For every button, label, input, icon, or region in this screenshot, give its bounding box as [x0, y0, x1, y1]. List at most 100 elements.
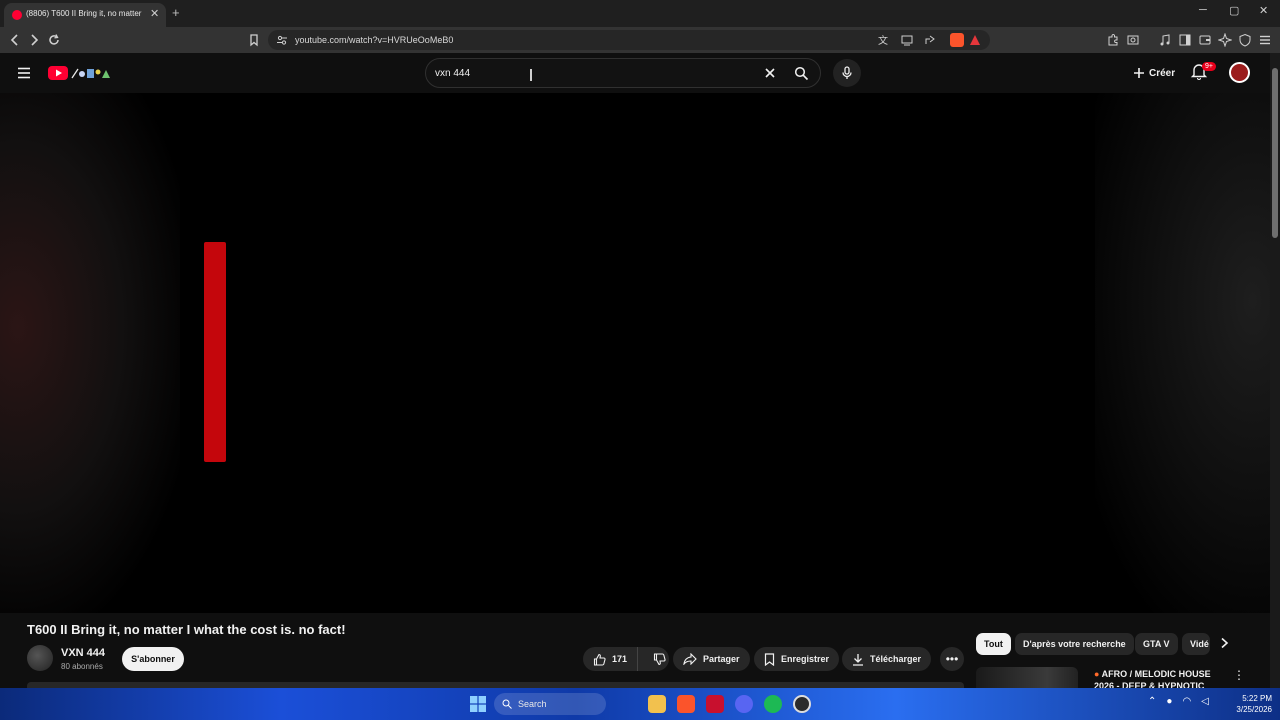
close-window-button[interactable]: ✕	[1259, 4, 1268, 17]
share-arrow-icon	[683, 653, 697, 665]
wallet-icon[interactable]	[1198, 33, 1212, 47]
browser-menu-icon[interactable]	[1258, 33, 1272, 47]
site-settings-icon[interactable]	[276, 34, 288, 46]
brave-rewards-icon[interactable]	[969, 34, 981, 46]
channel-avatar[interactable]	[27, 645, 53, 671]
steam-icon[interactable]	[793, 695, 811, 713]
ambient-glow-left	[0, 93, 180, 613]
channel-name[interactable]: VXN 444	[61, 647, 105, 659]
fire-icon: ●	[1094, 669, 1102, 679]
clock-date: 3/25/2026	[1236, 705, 1272, 714]
windows-taskbar: Search ⌃ ● ◠ ◁ 5:22 PM 3/25/2026	[0, 688, 1280, 720]
discord-icon[interactable]	[735, 695, 753, 713]
recommendation-title[interactable]: ● AFRO / MELODIC HOUSE 2026 - DEEP & HYP…	[1094, 668, 1222, 688]
tray-microphone-icon[interactable]: ●	[1166, 696, 1172, 707]
maximize-window-button[interactable]: ▢	[1229, 4, 1239, 17]
recommendation-title-text: AFRO / MELODIC HOUSE 2026 - DEEP & HYPNO…	[1094, 669, 1211, 688]
chip-based-on-search[interactable]: D'après votre recherche	[1015, 633, 1134, 655]
taskbar-clock[interactable]: 5:22 PM 3/25/2026	[1228, 693, 1272, 715]
adobe-app-icon[interactable]	[706, 695, 724, 713]
share-page-icon[interactable]	[924, 34, 936, 46]
page-scrollbar[interactable]	[1270, 53, 1280, 688]
vpn-icon[interactable]	[1238, 33, 1252, 47]
screenshot-icon[interactable]	[1126, 33, 1140, 47]
notification-count-badge: 9+	[1202, 62, 1216, 71]
recommendation-menu-icon[interactable]: ⋮	[1233, 668, 1245, 682]
search-input[interactable]: vxn 444	[435, 68, 470, 79]
chevron-right-icon[interactable]	[1219, 637, 1229, 649]
voice-search-button[interactable]	[833, 59, 861, 87]
minimize-window-button[interactable]: ─	[1199, 4, 1207, 16]
cast-icon[interactable]	[901, 34, 913, 46]
youtube-favicon-icon	[12, 10, 22, 20]
save-label: Enregistrer	[781, 654, 830, 664]
tab-title: (8806) T600 II Bring it, no matter	[26, 9, 142, 18]
system-tray: ⌃ ● ◠ ◁	[1148, 696, 1209, 707]
back-icon[interactable]	[8, 33, 22, 47]
sidebar-icon[interactable]	[1178, 33, 1192, 47]
plus-icon	[1134, 68, 1144, 78]
file-explorer-icon[interactable]	[648, 695, 666, 713]
more-horizontal-icon: •••	[945, 652, 959, 666]
ambient-glow-right	[1095, 93, 1270, 613]
search-box[interactable]: vxn 444	[425, 58, 821, 88]
scrollbar-thumb[interactable]	[1272, 68, 1278, 238]
spotify-icon[interactable]	[764, 695, 782, 713]
tray-volume-icon[interactable]: ◁	[1201, 696, 1209, 707]
thumbs-up-icon	[593, 653, 606, 666]
video-frame-red-bar	[204, 242, 226, 462]
reload-icon[interactable]	[47, 33, 61, 47]
clock-time: 5:22 PM	[1242, 694, 1272, 703]
close-tab-icon[interactable]: ✕	[150, 7, 159, 20]
save-button[interactable]: Enregistrer	[754, 647, 840, 671]
more-actions-button[interactable]: •••	[940, 647, 964, 671]
clear-search-icon[interactable]	[764, 67, 776, 79]
share-label: Partager	[703, 654, 740, 664]
subscriber-count: 80 abonnés	[61, 662, 103, 671]
text-cursor-icon	[530, 69, 532, 81]
new-tab-button[interactable]: +	[172, 5, 180, 20]
like-count: 171	[612, 654, 628, 664]
thumbs-down-icon	[653, 652, 666, 665]
tray-wifi-icon[interactable]: ◠	[1182, 696, 1191, 707]
browser-tab-bar: (8806) T600 II Bring it, no matter ✕ + ─…	[0, 0, 1280, 27]
video-player[interactable]	[0, 69, 1270, 613]
chip-gta-v[interactable]: GTA V	[1135, 633, 1178, 655]
browser-tab[interactable]: (8806) T600 II Bring it, no matter ✕	[4, 3, 166, 27]
extensions-icon[interactable]	[1106, 33, 1120, 47]
music-icon[interactable]	[1158, 33, 1172, 47]
like-dislike-group: 171	[583, 647, 669, 671]
taskbar-search-label: Search	[518, 699, 547, 709]
hamburger-menu-icon[interactable]	[16, 65, 32, 81]
search-icon[interactable]	[794, 66, 809, 81]
download-label: Télécharger	[870, 654, 922, 664]
create-button[interactable]: Créer	[1127, 61, 1181, 85]
leo-ai-icon[interactable]	[1218, 33, 1232, 47]
youtube-logo[interactable]	[48, 65, 118, 81]
taskbar-search[interactable]: Search	[494, 693, 606, 715]
dislike-button[interactable]	[644, 647, 675, 671]
chip-videos[interactable]: Vidé	[1182, 633, 1210, 655]
forward-icon[interactable]	[27, 33, 41, 47]
chip-all[interactable]: Tout	[976, 633, 1011, 655]
recommendation-thumbnail[interactable]	[976, 667, 1078, 688]
bookmark-icon[interactable]	[247, 33, 261, 47]
brave-shields-icon[interactable]	[950, 33, 964, 47]
brave-browser-icon[interactable]	[677, 695, 695, 713]
url-text: youtube.com/watch?v=HVRUeOoMeB0	[295, 35, 454, 45]
address-bar[interactable]: youtube.com/watch?v=HVRUeOoMeB0 文	[268, 30, 990, 50]
microphone-icon	[842, 66, 852, 79]
create-label: Créer	[1149, 67, 1176, 79]
windows-start-icon[interactable]	[470, 696, 486, 712]
share-button[interactable]: Partager	[673, 647, 750, 671]
download-button[interactable]: Télécharger	[842, 647, 932, 671]
translate-icon[interactable]: 文	[878, 34, 890, 46]
account-avatar[interactable]	[1229, 62, 1250, 83]
subscribe-button[interactable]: S'abonner	[122, 647, 184, 671]
save-bookmark-icon	[764, 652, 775, 666]
download-icon	[853, 653, 863, 666]
like-button[interactable]: 171	[583, 647, 639, 671]
tray-overflow-chevron-icon[interactable]: ⌃	[1148, 696, 1156, 707]
browser-toolbar: youtube.com/watch?v=HVRUeOoMeB0 文	[0, 27, 1280, 53]
youtube-doodle-logo-icon	[48, 66, 110, 80]
